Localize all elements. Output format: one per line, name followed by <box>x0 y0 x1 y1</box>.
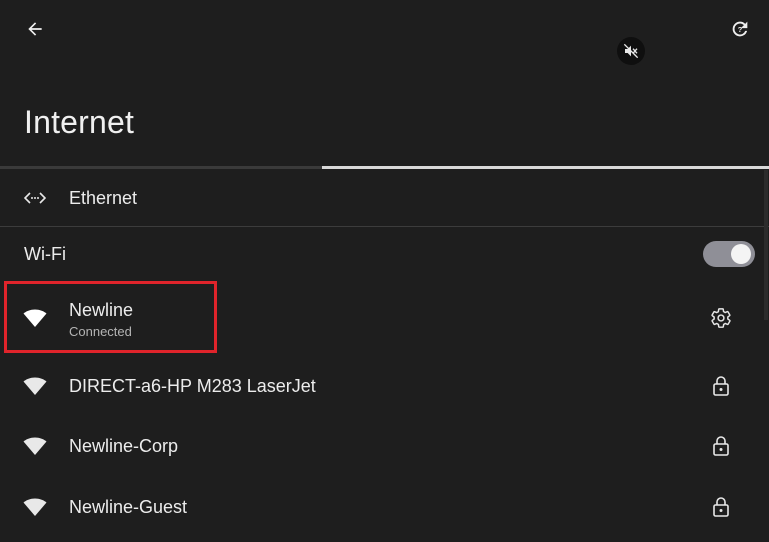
network-settings-button[interactable] <box>708 305 734 331</box>
ethernet-row[interactable]: Ethernet <box>0 170 769 226</box>
page-title: Internet <box>24 104 135 140</box>
wifi-toggle-row[interactable]: Wi-Fi <box>0 227 769 281</box>
svg-text:?: ? <box>738 25 743 34</box>
network-item-newline[interactable]: Newline Connected <box>0 284 769 352</box>
wifi-icon <box>22 433 48 459</box>
ethernet-icon <box>22 185 48 211</box>
lock-icon <box>708 433 734 459</box>
network-item-newline-corp[interactable]: Newline-Corp <box>0 416 769 476</box>
wifi-icon <box>22 305 48 331</box>
network-name: Newline-Guest <box>69 497 188 517</box>
volume-off-icon <box>623 43 639 59</box>
mute-indicator <box>617 37 645 65</box>
network-name: DIRECT-a6-HP M283 LaserJet <box>69 376 316 396</box>
scrollbar[interactable] <box>764 170 768 320</box>
gear-icon <box>711 308 731 328</box>
network-name: Newline <box>69 300 134 320</box>
arrow-left-icon <box>28 22 42 36</box>
refresh-help-icon: ? <box>732 21 748 37</box>
lock-icon <box>708 494 734 520</box>
help-button[interactable]: ? <box>725 14 755 44</box>
loading-progress-indicator <box>322 166 769 169</box>
wifi-icon <box>22 494 48 520</box>
network-name: Newline-Corp <box>69 436 179 456</box>
internet-settings-screen: ? Internet Ethernet Wi-Fi Newline Connec… <box>0 0 769 542</box>
network-item-direct-hp[interactable]: DIRECT-a6-HP M283 LaserJet <box>0 356 769 416</box>
loading-progress-bar <box>0 166 769 169</box>
wifi-label: Wi-Fi <box>24 244 66 264</box>
wifi-icon <box>22 373 48 399</box>
network-item-newline-guest[interactable]: Newline-Guest <box>0 477 769 537</box>
back-button[interactable] <box>20 14 50 44</box>
wifi-toggle[interactable] <box>703 241 755 267</box>
toggle-knob <box>731 244 751 264</box>
lock-icon <box>708 373 734 399</box>
network-status: Connected <box>69 324 132 339</box>
ethernet-label: Ethernet <box>69 188 138 208</box>
